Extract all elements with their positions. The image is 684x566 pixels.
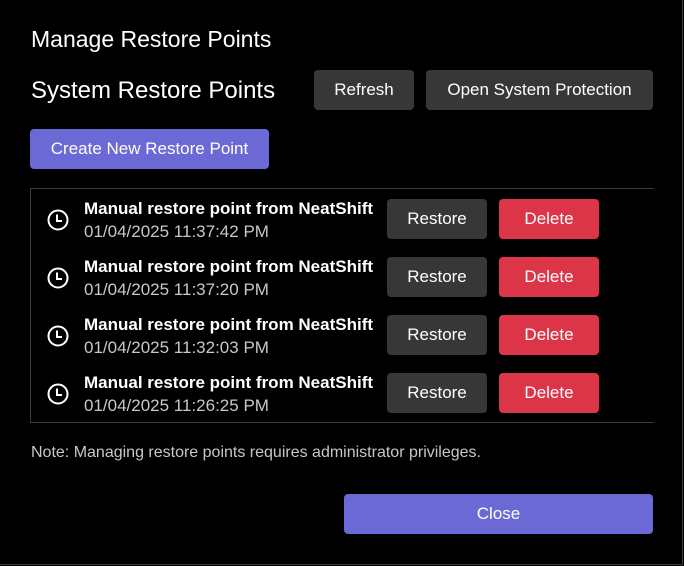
restore-point-item: Manual restore point from NeatShift 01/0… bbox=[31, 189, 654, 247]
restore-button[interactable]: Restore bbox=[387, 199, 487, 239]
restore-point-item: Manual restore point from NeatShift 01/0… bbox=[31, 305, 654, 363]
restore-point-name: Manual restore point from NeatShift bbox=[84, 315, 374, 334]
close-button[interactable]: Close bbox=[344, 494, 653, 534]
restore-point-name: Manual restore point from NeatShift bbox=[84, 257, 374, 276]
clock-icon bbox=[47, 267, 69, 289]
restore-point-date: 01/04/2025 11:37:42 PM bbox=[84, 222, 269, 241]
section-title: System Restore Points bbox=[31, 77, 276, 104]
delete-button[interactable]: Delete bbox=[499, 373, 599, 413]
restore-point-name: Manual restore point from NeatShift bbox=[84, 199, 374, 218]
restore-button[interactable]: Restore bbox=[387, 257, 487, 297]
dialog-title: Manage Restore Points bbox=[31, 26, 272, 52]
restore-point-item: Manual restore point from NeatShift 01/0… bbox=[31, 247, 654, 305]
open-system-protection-button[interactable]: Open System Protection bbox=[426, 70, 653, 110]
clock-icon bbox=[47, 325, 69, 347]
create-restore-point-button[interactable]: Create New Restore Point bbox=[30, 129, 269, 169]
restore-points-list: Manual restore point from NeatShift 01/0… bbox=[30, 188, 654, 423]
restore-point-item: Manual restore point from NeatShift 01/0… bbox=[31, 363, 654, 421]
restore-button[interactable]: Restore bbox=[387, 373, 487, 413]
clock-icon bbox=[47, 209, 69, 231]
restore-point-name: Manual restore point from NeatShift bbox=[84, 373, 374, 392]
manage-restore-points-dialog: Manage Restore Points System Restore Poi… bbox=[0, 0, 683, 565]
restore-button[interactable]: Restore bbox=[387, 315, 487, 355]
admin-privileges-note: Note: Managing restore points requires a… bbox=[31, 444, 481, 461]
delete-button[interactable]: Delete bbox=[499, 199, 599, 239]
refresh-button[interactable]: Refresh bbox=[314, 70, 414, 110]
restore-point-date: 01/04/2025 11:37:20 PM bbox=[84, 280, 269, 299]
clock-icon bbox=[47, 383, 69, 405]
restore-point-date: 01/04/2025 11:32:03 PM bbox=[84, 338, 269, 357]
delete-button[interactable]: Delete bbox=[499, 257, 599, 297]
restore-point-date: 01/04/2025 11:26:25 PM bbox=[84, 396, 269, 415]
delete-button[interactable]: Delete bbox=[499, 315, 599, 355]
